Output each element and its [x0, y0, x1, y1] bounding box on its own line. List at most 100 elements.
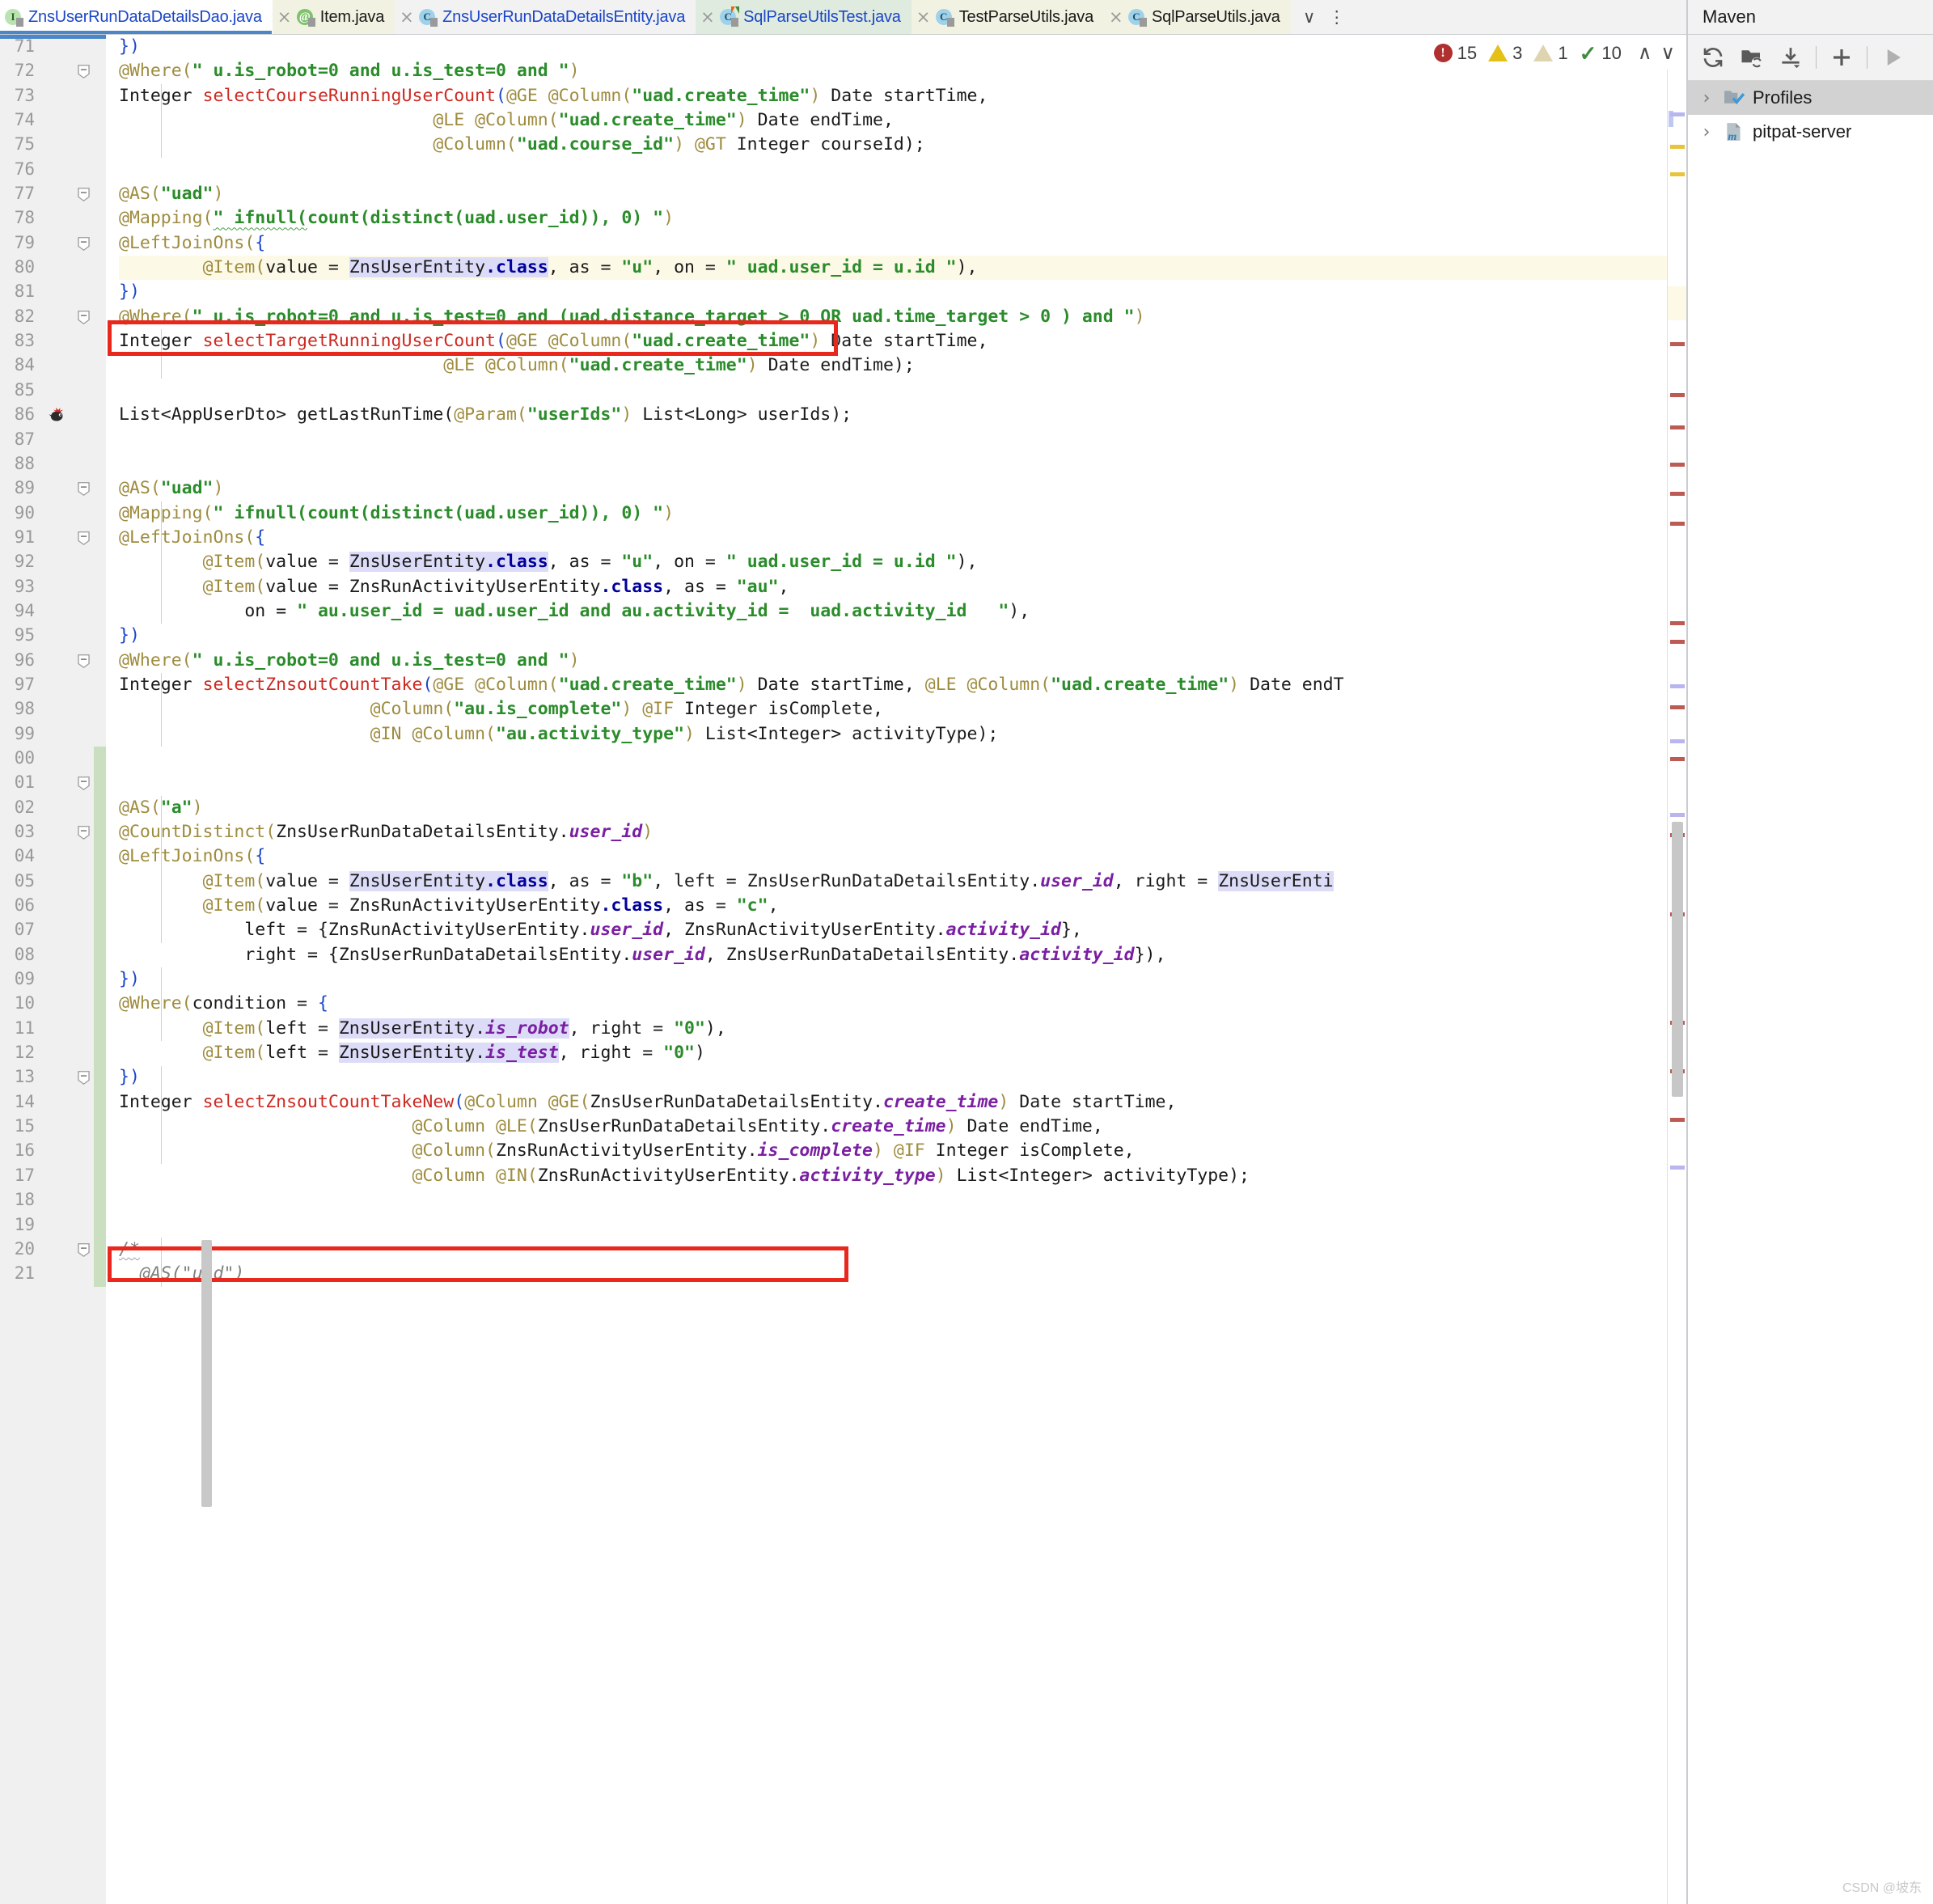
gutter-line: 76 — [0, 158, 106, 182]
gutter-line: 98 — [0, 697, 106, 721]
maven-tree-node-label: pitpat-server — [1753, 121, 1852, 142]
stripe-marker[interactable] — [1670, 492, 1685, 496]
gutter-line: 90 — [0, 501, 106, 526]
stripe-marker[interactable] — [1670, 684, 1685, 688]
stripe-marker[interactable] — [1670, 1166, 1685, 1170]
line-number: 77 — [14, 184, 35, 204]
code-folding-icon[interactable] — [76, 310, 92, 326]
code-folding-icon[interactable] — [76, 1242, 92, 1259]
code-folding-icon[interactable] — [76, 531, 92, 547]
close-icon[interactable]: × — [277, 8, 292, 26]
annotation-file-icon: @ — [296, 8, 315, 27]
stripe-marker[interactable] — [1670, 145, 1685, 149]
line-number: 79 — [14, 232, 35, 252]
code-line: @LE @Column("uad.create_time") Date endT… — [443, 355, 915, 376]
editor-tab-3[interactable]: × C SqlParseUtilsTest.java — [696, 0, 912, 34]
line-number: 75 — [14, 134, 35, 154]
code-folding-icon[interactable] — [76, 481, 92, 497]
chevron-down-icon[interactable]: ∨ — [1296, 0, 1323, 34]
gutter-line: 00 — [0, 747, 106, 771]
stripe-marker[interactable] — [1670, 112, 1685, 116]
mybatis-navigation-icon[interactable] — [49, 406, 70, 424]
chevron-right-icon[interactable]: › — [1698, 88, 1715, 108]
add-maven-project-icon[interactable] — [1823, 39, 1860, 76]
editor-tab-2[interactable]: × C ZnsUserRunDataDetailsEntity.java — [395, 0, 696, 34]
code-folding-icon[interactable] — [76, 64, 92, 80]
indent-guide — [161, 329, 162, 379]
typo-count-indicator[interactable]: ✓ 10 — [1580, 43, 1622, 64]
code-folding-icon[interactable] — [76, 654, 92, 670]
gutter-line: 81 — [0, 280, 106, 304]
stripe-marker[interactable] — [1670, 640, 1685, 644]
close-icon[interactable]: × — [916, 8, 931, 26]
line-number: 19 — [14, 1214, 35, 1234]
code-line: @AS("uad") — [119, 478, 224, 499]
stripe-marker[interactable] — [1670, 393, 1685, 397]
generate-sources-icon[interactable] — [1733, 39, 1770, 76]
error-stripe[interactable] — [1667, 70, 1686, 1904]
code-folding-icon[interactable] — [76, 236, 92, 252]
maven-module-icon: m — [1724, 121, 1745, 142]
editor-gutter[interactable]: 71 72 73 74 75 76 77 78 79 80 81 82 83 84 85 86 87 88 89 90… — [0, 35, 106, 1904]
stripe-marker[interactable] — [1670, 621, 1685, 625]
code-line: @CountDistinct(ZnsUserRunDataDetailsEnti… — [119, 822, 653, 842]
chevron-right-icon[interactable]: › — [1698, 122, 1715, 142]
maven-project-tree[interactable]: › Profiles › m pitpat-server — [1688, 81, 1933, 149]
maven-tree-node-profiles[interactable]: › Profiles — [1688, 81, 1933, 115]
stripe-marker[interactable] — [1670, 172, 1685, 176]
stripe-marker[interactable] — [1670, 463, 1685, 467]
stripe-marker[interactable] — [1670, 425, 1685, 429]
stripe-scroll-thumb[interactable] — [1672, 822, 1683, 1097]
reload-all-maven-projects-icon[interactable] — [1694, 39, 1732, 76]
inspection-status-widget[interactable]: ! 15 3 1 ✓ 10 ∧ ∨ — [1432, 40, 1677, 66]
maven-tree-node-pitpat-server[interactable]: › m pitpat-server — [1688, 115, 1933, 149]
weak-warning-count-indicator[interactable]: 1 — [1533, 43, 1568, 64]
stripe-marker[interactable] — [1670, 342, 1685, 346]
warning-count-indicator[interactable]: 3 — [1488, 43, 1522, 64]
code-line: left = {ZnsRunActivityUserEntity.user_id… — [119, 920, 1082, 941]
class-file-icon: C — [1128, 8, 1147, 27]
gutter-line: 97 — [0, 673, 106, 697]
stripe-marker[interactable] — [1670, 1118, 1685, 1122]
next-problem-icon[interactable]: ∨ — [1660, 41, 1675, 65]
close-icon[interactable]: × — [1109, 8, 1123, 26]
code-folding-icon[interactable] — [76, 187, 92, 203]
stripe-marker[interactable] — [1670, 705, 1685, 709]
code-viewport[interactable]: }) @Where(" u.is_robot=0 and u.is_test=0… — [106, 35, 1686, 1904]
vcs-change-marker[interactable] — [94, 747, 106, 1287]
code-folding-icon[interactable] — [76, 776, 92, 792]
stripe-marker[interactable] — [1670, 522, 1685, 526]
gutter-line: 87 — [0, 428, 106, 452]
code-folding-icon[interactable] — [76, 825, 92, 841]
editor-tab-1[interactable]: × @ Item.java — [272, 0, 395, 34]
editor-scrollbar-thumb[interactable] — [201, 1240, 212, 1507]
code-line: @AS("uad") — [119, 1263, 245, 1284]
editor-tab-label: TestParseUtils.java — [958, 7, 1093, 26]
error-count-indicator[interactable]: ! 15 — [1433, 43, 1477, 64]
editor-tab-4[interactable]: × C TestParseUtils.java — [911, 0, 1104, 34]
gutter-line: 88 — [0, 452, 106, 476]
gutter-line: 73 — [0, 84, 106, 108]
stripe-marker[interactable] — [1670, 813, 1685, 817]
line-number: 97 — [14, 674, 35, 694]
code-line: @Item(left = ZnsUserEntity.is_test, righ… — [202, 1043, 705, 1064]
run-maven-goal-icon[interactable] — [1874, 39, 1911, 76]
line-number: 01 — [14, 772, 35, 793]
editor-tab-0[interactable]: I ZnsUserRunDataDetailsDao.java — [0, 0, 273, 34]
close-icon[interactable]: × — [700, 8, 715, 26]
indent-guide — [161, 1065, 162, 1165]
stripe-marker[interactable] — [1670, 739, 1685, 743]
close-icon[interactable]: × — [400, 8, 414, 26]
ok-count: 10 — [1601, 42, 1622, 63]
download-sources-icon[interactable] — [1772, 39, 1809, 76]
code-folding-icon[interactable] — [76, 1070, 92, 1086]
maven-title: Maven — [1688, 0, 1933, 35]
more-options-icon[interactable]: ⋮ — [1323, 0, 1351, 34]
previous-problem-icon[interactable]: ∧ — [1638, 41, 1652, 65]
gutter-line: 74 — [0, 108, 106, 133]
stripe-marker[interactable] — [1670, 757, 1685, 761]
editor-tab-5[interactable]: × C SqlParseUtils.java — [1104, 0, 1291, 34]
line-number: 98 — [14, 699, 35, 719]
code-text[interactable]: }) @Where(" u.is_robot=0 and u.is_test=0… — [106, 35, 1686, 1287]
